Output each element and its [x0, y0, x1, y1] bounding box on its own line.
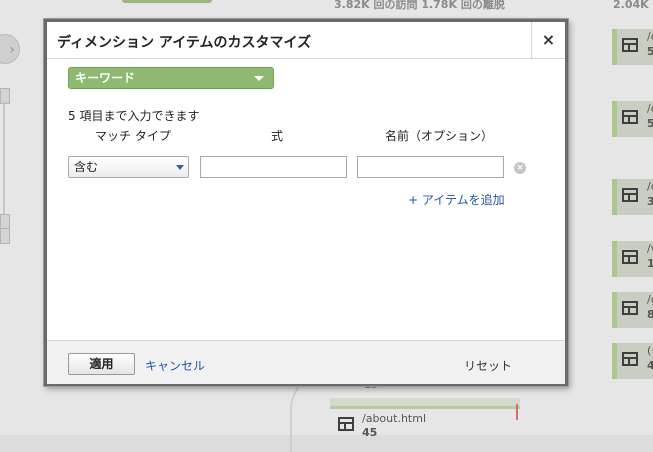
- zoom-slider-handle: [0, 228, 10, 244]
- flow-node: /e 5: [612, 29, 653, 65]
- close-button[interactable]: ×: [531, 22, 565, 58]
- zoom-slider-track: [3, 102, 5, 214]
- dialog-header: ディメンション アイテムのカスタマイズ ×: [47, 22, 565, 59]
- zoom-slider-handle: [0, 88, 10, 104]
- dimension-dropdown-value: キーワード: [75, 71, 136, 85]
- add-item-link[interactable]: + アイテムを追加: [408, 191, 505, 208]
- flow-node: /d 3: [612, 179, 653, 215]
- cancel-link[interactable]: キャンセル: [145, 357, 205, 374]
- caret-down-icon: [254, 76, 264, 81]
- table-icon: [622, 110, 638, 124]
- match-type-select[interactable]: 含む: [68, 156, 189, 178]
- flow-node: /g 8: [612, 292, 653, 328]
- flow-bar: [330, 398, 520, 409]
- background-stats: 3.82K 回の訪問 1.78K 回の離脱: [334, 0, 505, 11]
- column-header-match-type: マッチ タイプ: [95, 129, 171, 143]
- reset-link[interactable]: リセット: [464, 357, 512, 374]
- table-icon: [622, 301, 638, 315]
- table-icon: [622, 188, 638, 202]
- chevron-right-icon: ›: [0, 34, 20, 64]
- table-icon: [622, 250, 638, 264]
- dialog-footer: 適用 キャンセル リセット: [47, 340, 565, 384]
- item-limit-note: 5 項目まで入力できます: [68, 109, 200, 123]
- flow-node: /v 1: [612, 241, 653, 277]
- table-icon: [338, 417, 354, 431]
- table-icon: [622, 38, 638, 52]
- customize-dimension-dialog: ディメンション アイテムのカスタマイズ × キーワード 5 項目まで入力できます…: [44, 19, 568, 386]
- apply-button[interactable]: 適用: [68, 353, 135, 375]
- caret-down-icon: [176, 165, 184, 170]
- remove-row-icon[interactable]: ×: [514, 162, 526, 174]
- flow-node: /e 5: [612, 101, 653, 137]
- dialog-title: ディメンション アイテムのカスタマイズ: [57, 35, 312, 51]
- flow-node: (+ 4: [612, 343, 653, 379]
- dimension-dropdown[interactable]: キーワード: [68, 67, 274, 89]
- name-input[interactable]: [357, 156, 504, 178]
- background-stats-right: 2.04K 回: [613, 0, 653, 11]
- column-header-name: 名前（オプション）: [385, 129, 494, 143]
- expression-input[interactable]: [200, 156, 347, 178]
- match-type-value: 含む: [74, 160, 99, 174]
- table-icon: [622, 352, 638, 366]
- background-progress-bar: [122, 0, 212, 3]
- column-header-expression: 式: [271, 129, 284, 143]
